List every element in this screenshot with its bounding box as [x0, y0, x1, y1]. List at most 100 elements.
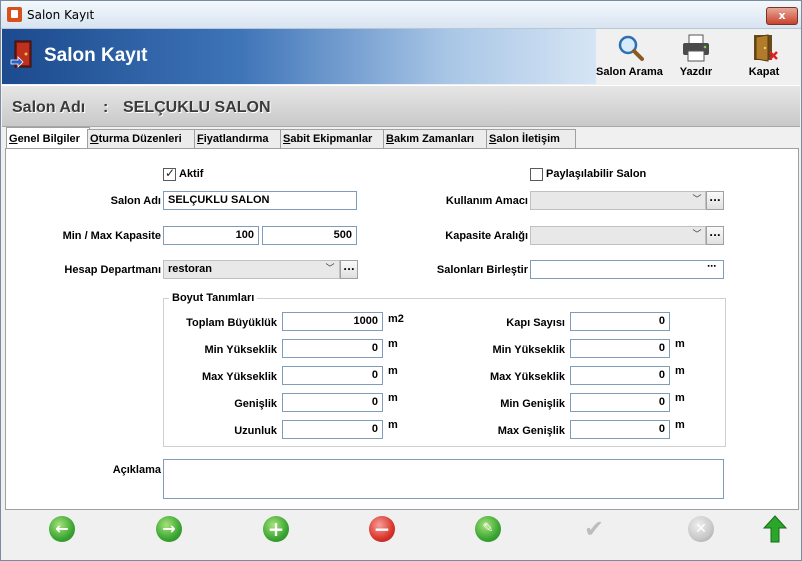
salon-adi-label: Salon Adı — [110, 195, 161, 207]
salon-kayit-window: Salon Kayıt x Salon Kayıt Salon Arama Ya… — [0, 0, 802, 561]
tab-sabit-ekipmanlar[interactable]: Sabit Ekipmanlar — [280, 129, 386, 148]
chevron-down-icon: ﹀ — [692, 195, 702, 205]
unit-label: m — [388, 419, 398, 431]
delete-record-button[interactable]: − — [369, 516, 395, 542]
kapasite-araligi-browse-button[interactable]: ... — [706, 226, 724, 245]
tab-oturma-duzenleri[interactable]: Oturma Düzenleri — [87, 129, 197, 148]
previous-record-button[interactable]: ← — [49, 516, 75, 542]
max-yukseklik-label: Max Yükseklik — [201, 371, 277, 383]
save-record-button[interactable]: ✔ — [581, 516, 607, 542]
unit-label: m — [675, 392, 685, 404]
kapi-sayisi-input[interactable]: 0 — [570, 312, 670, 331]
print-label: Yazdır — [679, 66, 713, 78]
tab-hotkey: F — [197, 133, 204, 145]
unit-label: m — [675, 338, 685, 350]
cancel-record-button[interactable]: ✕ — [688, 516, 714, 542]
exit-door-icon — [754, 34, 778, 62]
tab-bakim-zamanlari[interactable]: Bakım Zamanları — [383, 129, 489, 148]
next-record-button[interactable]: → — [156, 516, 182, 542]
unit-label: m2 — [388, 313, 404, 325]
tab-genel-bilgiler[interactable]: Genel Bilgiler — [6, 127, 90, 148]
tab-fiyatlandirma[interactable]: Fiyatlandırma — [194, 129, 283, 148]
salon-header-separator: : — [103, 99, 109, 116]
salon-adi-input[interactable]: SELÇUKLU SALON — [163, 191, 357, 210]
kapasite-araligi-label: Kapasite Aralığı — [445, 230, 528, 242]
min-kapasite-input[interactable]: 100 — [163, 226, 259, 245]
close-label: Kapat — [748, 66, 780, 78]
unit-label: m — [675, 419, 685, 431]
salonlari-birlestir-label: Salonları Birleştir — [436, 264, 528, 276]
hesap-departmani-label: Hesap Departmanı — [64, 264, 161, 276]
salon-header-label: Salon Adı — [12, 99, 86, 116]
window-title: Salon Kayıt — [27, 8, 95, 22]
edit-icon: ✎ — [482, 521, 494, 536]
paylasilabilir-checkbox[interactable] — [530, 168, 543, 181]
salon-search-button[interactable]: Salon Arama — [596, 29, 663, 84]
exit-button[interactable] — [762, 515, 788, 543]
max-genislik-label: Max Genişlik — [497, 425, 565, 437]
salon-header-bar: Salon Adı : SELÇUKLU SALON — [2, 85, 800, 127]
toplam-buyukluk-input[interactable]: 1000 — [282, 312, 383, 331]
max-genislik-input[interactable]: 0 — [570, 420, 670, 439]
aktif-checkbox[interactable] — [163, 166, 176, 181]
max-yukseklik-input[interactable]: 0 — [282, 366, 383, 385]
header-banner: Salon Kayıt — [2, 29, 596, 84]
max-kapasite-input[interactable]: 500 — [262, 226, 357, 245]
salon-search-label: Salon Arama — [596, 66, 663, 78]
plus-icon: + — [267, 517, 285, 541]
genislik-input[interactable]: 0 — [282, 393, 383, 412]
window-close-button[interactable]: x — [766, 7, 798, 25]
title-bar: Salon Kayıt x — [1, 1, 801, 29]
add-record-button[interactable]: + — [263, 516, 289, 542]
salon-header-name: SELÇUKLU SALON — [123, 99, 271, 116]
kullanim-amaci-label: Kullanım Amacı — [445, 195, 528, 207]
app-icon — [7, 7, 22, 22]
unit-label: m — [675, 365, 685, 377]
right-min-yukseklik-label: Min Yükseklik — [492, 344, 565, 356]
uzunluk-input[interactable]: 0 — [282, 420, 383, 439]
chevron-down-icon: ﹀ — [692, 230, 702, 240]
min-genislik-label: Min Genişlik — [500, 398, 565, 410]
close-form-button[interactable]: Kapat — [734, 29, 794, 84]
min-yukseklik-input[interactable]: 0 — [282, 339, 383, 358]
min-yukseklik-label: Min Yükseklik — [204, 344, 277, 356]
arrow-left-icon: ← — [55, 519, 69, 538]
toplam-buyukluk-label: Toplam Büyüklük — [186, 317, 277, 329]
tab-label: abit Ekipmanlar — [290, 133, 373, 145]
magnifier-icon — [618, 35, 644, 61]
edit-record-button[interactable]: ✎ — [475, 516, 501, 542]
min-genislik-input[interactable]: 0 — [570, 393, 670, 412]
tab-hotkey: B — [386, 133, 394, 145]
kapasite-araligi-select[interactable] — [530, 226, 706, 245]
arrow-right-icon: → — [162, 519, 176, 538]
aciklama-textarea[interactable] — [163, 459, 724, 499]
kullanim-amaci-browse-button[interactable]: ... — [706, 191, 724, 210]
check-icon: ✔ — [583, 515, 605, 543]
unit-label: m — [388, 392, 398, 404]
right-max-yukseklik-input[interactable]: 0 — [570, 366, 670, 385]
print-button[interactable]: Yazdır — [666, 29, 726, 84]
salonlari-birlestir-input[interactable] — [530, 260, 724, 279]
printer-icon — [683, 34, 709, 62]
right-min-yukseklik-input[interactable]: 0 — [570, 339, 670, 358]
tab-label: iyatlandırma — [203, 133, 269, 145]
uzunluk-label: Uzunluk — [234, 425, 277, 437]
banner-title: Salon Kayıt — [44, 45, 148, 66]
ellipsis-icon: ⋯ — [707, 262, 716, 272]
tab-hotkey: G — [9, 133, 18, 145]
minus-icon: − — [373, 517, 391, 541]
hesap-departmani-browse-button[interactable]: ... — [340, 260, 358, 279]
kapasite-label: Min / Max Kapasite — [62, 230, 161, 242]
tab-label: turma Düzenleri — [98, 133, 182, 145]
tab-hotkey: O — [90, 133, 99, 145]
tab-salon-iletisim[interactable]: Salon İletişim — [486, 129, 576, 148]
toolbar: Salon Arama Yazdır Kapat — [596, 29, 801, 84]
paylasilabilir-label: Paylaşılabilir Salon — [546, 168, 647, 180]
right-max-yukseklik-label: Max Yükseklik — [489, 371, 565, 383]
hesap-departmani-select[interactable]: restoran — [163, 260, 340, 279]
tab-label: alon İletişim — [496, 133, 560, 145]
aciklama-label: Açıklama — [112, 464, 161, 476]
chevron-down-icon: ﹀ — [325, 264, 335, 274]
tab-label: akım Zamanları — [393, 133, 475, 145]
kullanim-amaci-select[interactable] — [530, 191, 706, 210]
